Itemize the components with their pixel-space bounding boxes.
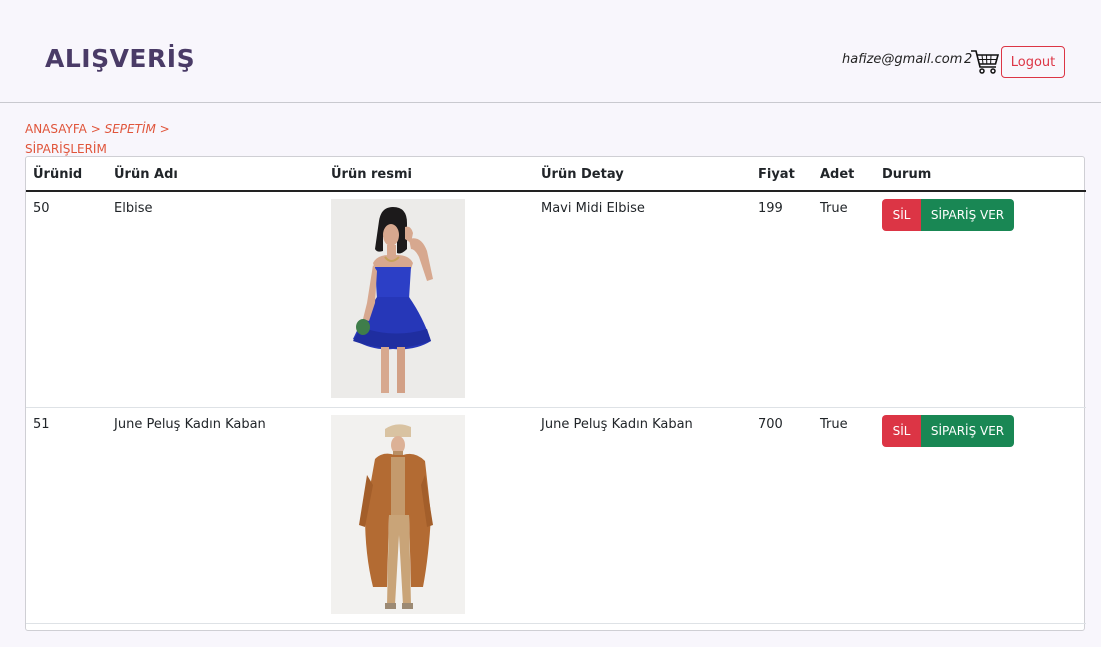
cell-product-id: 51 bbox=[26, 407, 107, 624]
cell-product-name: June Peluş Kadın Kaban bbox=[107, 407, 324, 624]
column-header-id: Ürünid bbox=[26, 157, 107, 192]
orders-table-container: Ürünid Ürün Adı Ürün resmi Ürün Detay Fi… bbox=[25, 156, 1086, 631]
breadcrumb-separator: > bbox=[90, 122, 101, 136]
top-header: ALIŞVERİŞ hafize@gmail.com 2 Logout bbox=[0, 0, 1101, 103]
user-email: hafize@gmail.com bbox=[842, 52, 963, 67]
breadcrumb-separator: > bbox=[159, 122, 170, 136]
blue-dress-photo bbox=[331, 199, 465, 398]
cell-product-qty: True bbox=[813, 407, 875, 624]
column-header-price: Fiyat bbox=[751, 157, 813, 192]
cell-product-name: Elbise bbox=[107, 191, 324, 408]
place-order-button[interactable]: SİPARİŞ VER bbox=[921, 199, 1014, 231]
place-order-button[interactable]: SİPARİŞ VER bbox=[921, 415, 1014, 447]
brand-title[interactable]: ALIŞVERİŞ bbox=[45, 44, 195, 73]
cell-product-price: 700 bbox=[751, 407, 813, 624]
brown-coat-photo bbox=[331, 415, 465, 614]
breadcrumb-home-link[interactable]: ANASAYFA bbox=[25, 122, 87, 136]
cell-product-image bbox=[324, 407, 534, 624]
cell-product-price: 199 bbox=[751, 191, 813, 408]
cell-product-detail: June Peluş Kadın Kaban bbox=[534, 407, 751, 624]
cell-product-qty: True bbox=[813, 191, 875, 408]
cell-product-image bbox=[324, 191, 534, 408]
row-action-group: SİL SİPARİŞ VER bbox=[882, 415, 1079, 447]
column-header-image: Ürün resmi bbox=[324, 157, 534, 192]
column-header-name: Ürün Adı bbox=[107, 157, 324, 192]
delete-button[interactable]: SİL bbox=[882, 415, 921, 447]
cell-product-id: 50 bbox=[26, 191, 107, 408]
orders-table: Ürünid Ürün Adı Ürün resmi Ürün Detay Fi… bbox=[26, 157, 1086, 624]
logout-button[interactable]: Logout bbox=[1001, 46, 1065, 78]
column-header-qty: Adet bbox=[813, 157, 875, 192]
table-row: 50 Elbise Mavi Midi Elbise 199 True SİL … bbox=[26, 191, 1086, 408]
table-row: 51 June Peluş Kadın Kaban June Peluş Kad… bbox=[26, 407, 1086, 624]
cell-product-detail: Mavi Midi Elbise bbox=[534, 191, 751, 408]
breadcrumb-orders-link[interactable]: SİPARİŞLERİM bbox=[25, 142, 107, 156]
breadcrumb-cart-link[interactable]: SEPETİM bbox=[105, 122, 156, 136]
column-header-detail: Ürün Detay bbox=[534, 157, 751, 192]
delete-button[interactable]: SİL bbox=[882, 199, 921, 231]
breadcrumb: ANASAYFA > SEPETİM > SİPARİŞLERİM bbox=[25, 119, 325, 159]
table-header-row: Ürünid Ürün Adı Ürün resmi Ürün Detay Fi… bbox=[26, 157, 1086, 192]
cell-actions: SİL SİPARİŞ VER bbox=[875, 191, 1086, 408]
shopping-cart-icon[interactable] bbox=[970, 47, 1000, 77]
column-header-status: Durum bbox=[875, 157, 1086, 192]
product-image-blue-dress bbox=[331, 199, 465, 398]
product-image-brown-coat bbox=[331, 415, 465, 614]
row-action-group: SİL SİPARİŞ VER bbox=[882, 199, 1079, 231]
cell-actions: SİL SİPARİŞ VER bbox=[875, 407, 1086, 624]
